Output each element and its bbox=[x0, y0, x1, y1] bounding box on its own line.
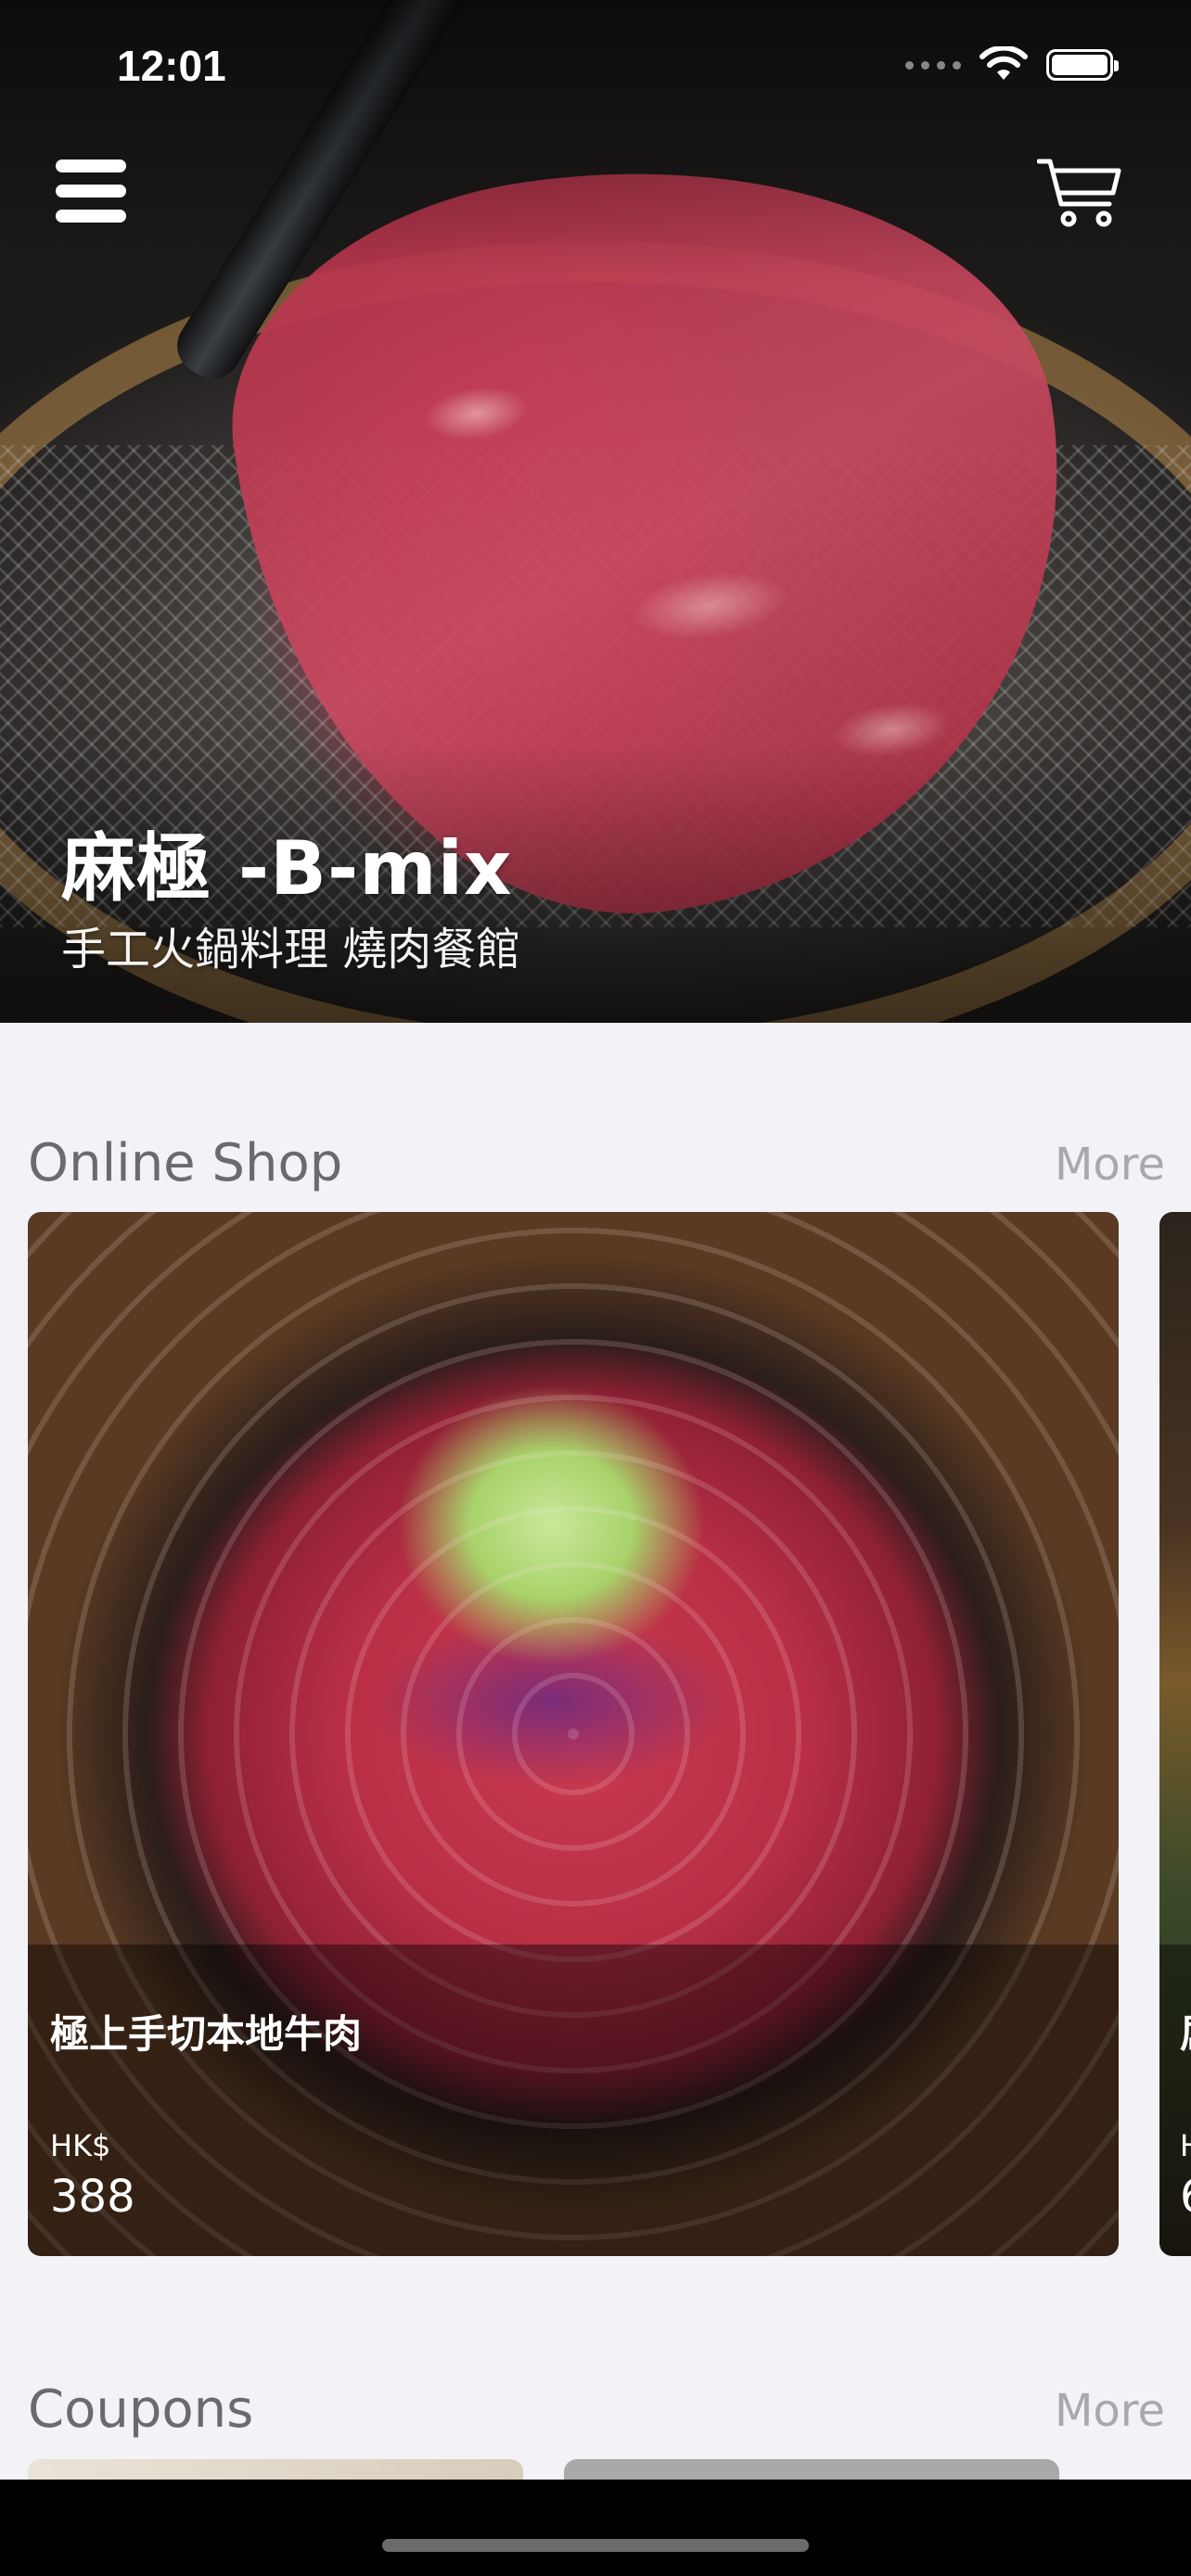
product-price: 6 bbox=[1180, 2171, 1191, 2223]
coupons-more-link[interactable]: More bbox=[1055, 2385, 1165, 2437]
hamburger-menu-icon[interactable] bbox=[56, 159, 126, 223]
product-currency: HK$ bbox=[50, 2128, 111, 2163]
cellular-signal-icon bbox=[905, 60, 961, 70]
shopping-cart-icon[interactable] bbox=[1037, 156, 1122, 228]
home-indicator[interactable] bbox=[382, 2539, 809, 2552]
hero-banner: 12:01 麻極 -B-mix 手工火鍋料理 燒肉餐館 bbox=[0, 0, 1191, 1023]
product-name: 極上手切本地牛肉 bbox=[50, 2011, 363, 2057]
status-icons bbox=[905, 46, 1119, 83]
online-shop-more-link[interactable]: More bbox=[1055, 1139, 1165, 1191]
product-price: 388 bbox=[50, 2171, 135, 2223]
restaurant-tagline: 手工火鍋料理 燒肉餐館 bbox=[61, 924, 521, 976]
product-info-overlay bbox=[28, 1945, 1119, 2256]
restaurant-name: 麻極 -B-mix bbox=[61, 825, 513, 912]
product-currency: H bbox=[1180, 2128, 1191, 2163]
product-card-next[interactable]: 屌 H 6 bbox=[1159, 1212, 1191, 2256]
coupons-title: Coupons bbox=[28, 2379, 254, 2440]
product-name: 屌 bbox=[1180, 2003, 1191, 2060]
wifi-icon bbox=[980, 46, 1028, 80]
status-time: 12:01 bbox=[117, 42, 226, 90]
bottom-safe-area bbox=[0, 2480, 1191, 2576]
product-card[interactable]: 極上手切本地牛肉 HK$ 388 bbox=[28, 1212, 1119, 2256]
battery-icon bbox=[1046, 49, 1119, 81]
online-shop-title: Online Shop bbox=[28, 1133, 343, 1193]
